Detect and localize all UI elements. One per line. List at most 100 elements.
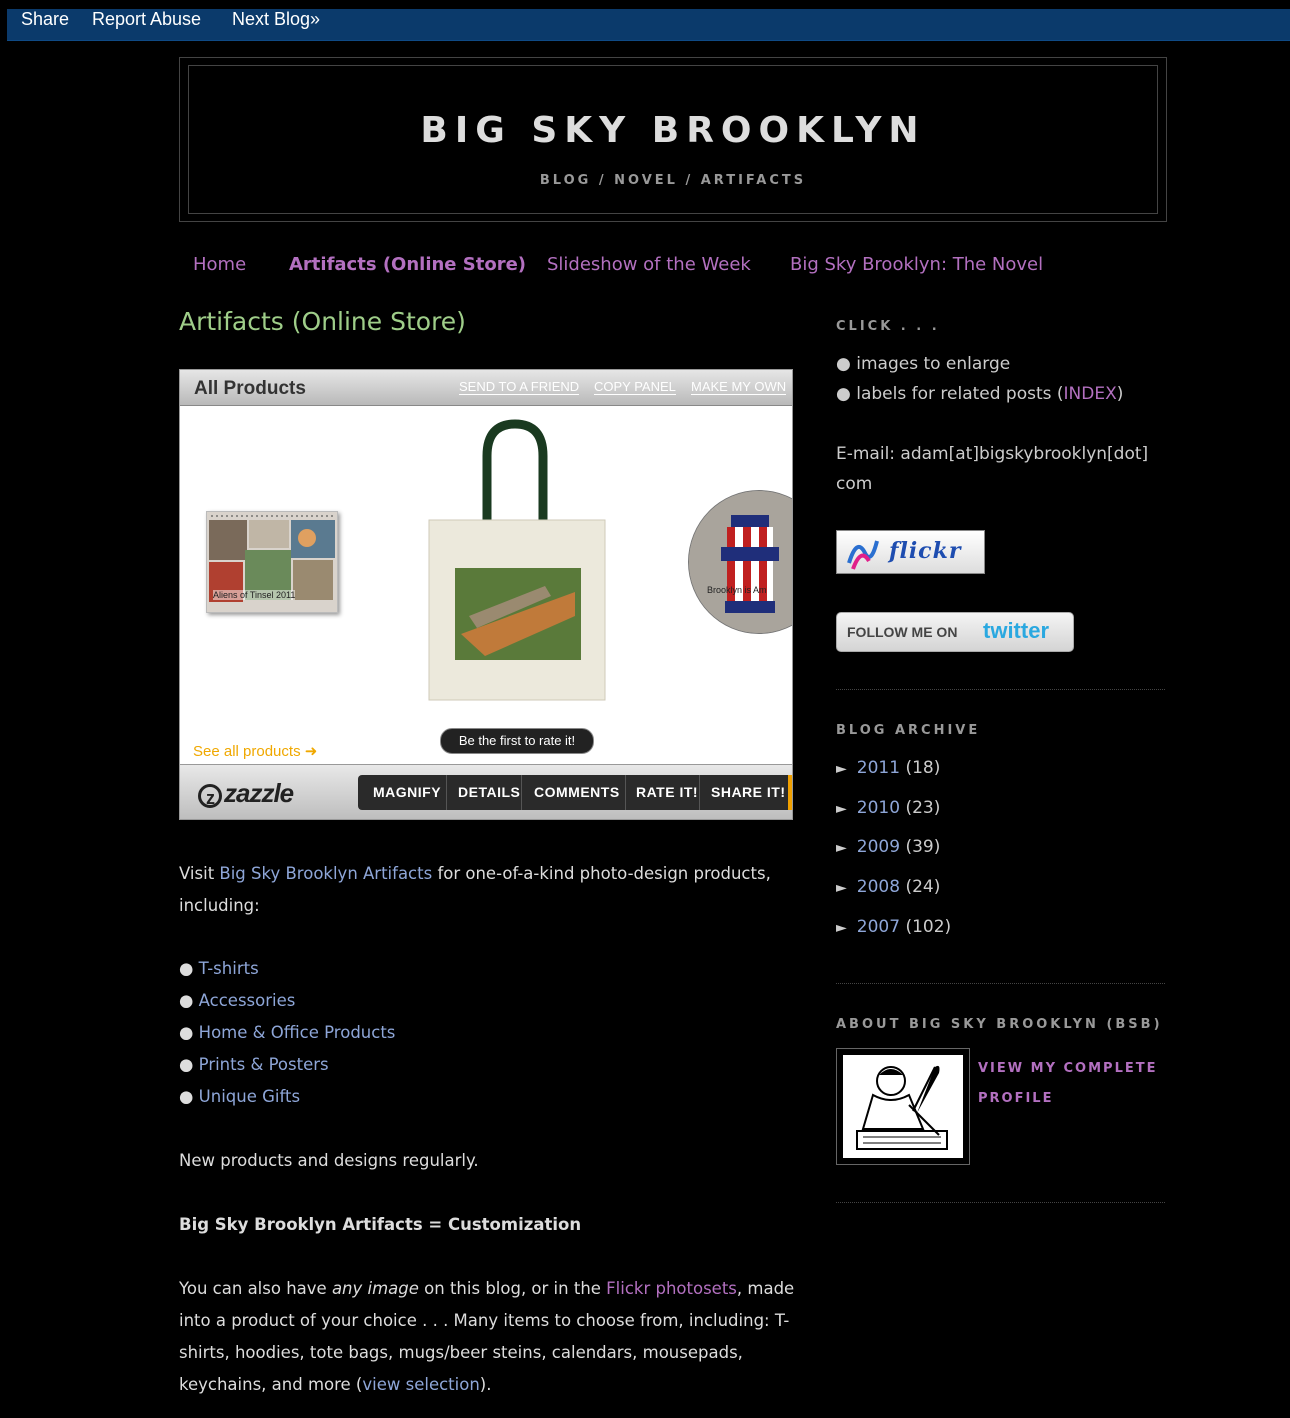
post-paragraph-customization: Big Sky Brooklyn Artifacts = Customizati… (179, 1215, 582, 1234)
flickr-label: flickr (889, 538, 962, 564)
archive-item-2007[interactable]: ► 2007 (102) (836, 917, 951, 937)
home-office-link[interactable]: Home & Office Products (199, 1023, 396, 1042)
calendar-caption: Aliens of Tinsel 2011 (213, 590, 296, 600)
flickr-badge[interactable]: flickr (836, 530, 985, 574)
widget-action-buttons: MAGNIFY DETAILS COMMENTS RATE IT! SHARE … (358, 775, 792, 810)
flickr-photosets-link[interactable]: Flickr photosets (606, 1279, 737, 1298)
about-heading: ABOUT BIG SKY BROOKLYN (BSB) (836, 1017, 1163, 1032)
zazzle-z-icon: z (198, 784, 222, 808)
accessories-link[interactable]: Accessories (199, 991, 296, 1010)
list-item: ● Prints & Posters (179, 1055, 329, 1074)
archive-year[interactable]: 2008 (857, 877, 900, 897)
widget-header: All Products SEND TO A FRIEND COPY PANEL… (180, 370, 792, 406)
artifacts-store-link[interactable]: Big Sky Brooklyn Artifacts (219, 864, 432, 883)
twitter-wordmark: twitter (983, 618, 1049, 643)
tab-home[interactable]: Home (193, 254, 246, 275)
page-tabs: Home Artifacts (Online Store) Slideshow … (0, 254, 1290, 280)
button-separator (521, 775, 522, 810)
email-line: E-mail: adam[at]bigskybrooklyn[dot] (836, 444, 1149, 464)
labels-text-end: ) (1116, 384, 1124, 404)
any-image-emphasis: any image (331, 1279, 419, 1298)
expand-toggle-icon[interactable]: ► (836, 840, 847, 856)
labels-text: ● labels for related posts ( (836, 384, 1064, 404)
rate-product-button[interactable]: Be the first to rate it! (440, 728, 594, 754)
zazzle-logo[interactable]: z zazzle (198, 778, 294, 809)
hydrant-caption: Brooklyn is Am (707, 585, 767, 595)
details-button[interactable]: DETAILS (458, 784, 520, 800)
archive-item-2011[interactable]: ► 2011 (18) (836, 758, 940, 778)
archive-item-2009[interactable]: ► 2009 (39) (836, 837, 940, 857)
blog-header: BIG SKY BROOKLYN BLOG / NOVEL / ARTIFACT… (179, 57, 1167, 222)
tshirts-link[interactable]: T-shirts (199, 959, 259, 978)
widget-footer: z zazzle MAGNIFY DETAILS COMMENTS RATE IT… (180, 764, 792, 819)
view-selection-link[interactable]: view selection (362, 1375, 479, 1394)
blog-title[interactable]: BIG SKY BROOKLYN (189, 110, 1157, 151)
archive-year[interactable]: 2007 (857, 917, 900, 937)
tab-slideshow[interactable]: Slideshow of the Week (547, 254, 751, 275)
list-item: ● Unique Gifts (179, 1087, 301, 1106)
button-separator (446, 775, 447, 810)
fire-hydrant-icon (689, 491, 792, 633)
archive-item-2010[interactable]: ► 2010 (23) (836, 798, 940, 818)
make-my-own-link[interactable]: MAKE MY OWN (691, 379, 787, 395)
see-all-products-link[interactable]: See all products ➜ (193, 742, 317, 760)
archive-heading: BLOG ARCHIVE (836, 723, 981, 738)
list-item: ● T-shirts (179, 959, 259, 978)
archive-count: (24) (905, 877, 941, 897)
archive-year[interactable]: 2009 (857, 837, 900, 857)
expand-toggle-icon[interactable]: ► (836, 920, 847, 936)
blog-description: BLOG / NOVEL / ARTIFACTS (539, 173, 807, 188)
product-list: ● T-shirts ● Accessories ● Home & Office… (179, 953, 799, 1113)
prints-posters-link[interactable]: Prints & Posters (199, 1055, 329, 1074)
blogger-navbar: Share Report Abuse Next Blog» (7, 9, 1290, 41)
tote-bag-icon (428, 419, 606, 701)
index-link[interactable]: INDEX (1064, 384, 1117, 404)
intro-text: Visit (179, 864, 220, 883)
expand-toggle-icon[interactable]: ► (836, 801, 847, 817)
sidebar-divider (836, 1202, 1165, 1203)
profile-avatar[interactable] (836, 1048, 970, 1165)
flickr-swirl-icon (847, 540, 879, 570)
any-image-text: You can also have (179, 1279, 332, 1298)
share-it-button[interactable]: SHARE IT! (711, 784, 786, 800)
archive-count: (18) (905, 758, 941, 778)
expand-toggle-icon[interactable]: ► (836, 880, 847, 896)
post-paragraph-new: New products and designs regularly. (179, 1151, 479, 1170)
next-blog-link[interactable]: Next Blog» (232, 9, 320, 32)
calendar-product-image[interactable]: Aliens of Tinsel 2011 (206, 511, 338, 613)
archive-item-2008[interactable]: ► 2008 (24) (836, 877, 940, 897)
comments-button[interactable]: COMMENTS (534, 784, 620, 800)
unique-gifts-link[interactable]: Unique Gifts (199, 1087, 300, 1106)
magnify-button[interactable]: MAGNIFY (373, 784, 441, 800)
click-item-labels: ● labels for related posts (INDEX) (836, 384, 1123, 404)
click-heading: CLICK . . . (836, 319, 940, 334)
archive-count: (39) (905, 837, 941, 857)
expand-toggle-icon[interactable]: ► (836, 761, 847, 777)
any-image-text-cont: on this blog, or in the (418, 1279, 607, 1298)
view-profile-link[interactable]: VIEW MY COMPLETE PROFILE (978, 1054, 1158, 1114)
widget-carousel: Aliens of Tinsel 2011 Brooklyn is Am (180, 406, 792, 764)
share-link[interactable]: Share (21, 9, 69, 32)
follow-twitter-button[interactable]: FOLLOW ME ON twitter (836, 612, 1074, 652)
send-to-friend-link[interactable]: SEND TO A FRIEND (459, 379, 580, 395)
header-inner-frame: BIG SKY BROOKLYN BLOG / NOVEL / ARTIFACT… (188, 65, 1158, 214)
hydrant-product-image[interactable]: Brooklyn is Am (688, 490, 792, 634)
copy-panel-link[interactable]: COPY PANEL (594, 379, 676, 395)
any-image-text-end: ). (479, 1375, 492, 1394)
report-abuse-link[interactable]: Report Abuse (92, 9, 201, 32)
tab-artifacts[interactable]: Artifacts (Online Store) (289, 254, 526, 275)
post-paragraph-any-image: You can also have any image on this blog… (179, 1273, 799, 1401)
archive-year[interactable]: 2011 (857, 758, 900, 778)
post-paragraph-intro: Visit Big Sky Brooklyn Artifacts for one… (179, 858, 799, 922)
zazzle-logo-text: zazzle (224, 778, 294, 808)
tote-bag-product-image[interactable] (425, 416, 610, 706)
button-separator (625, 775, 626, 810)
sidebar-divider (836, 689, 1165, 690)
rate-it-button[interactable]: RATE IT! (636, 784, 698, 800)
list-item: ● Home & Office Products (179, 1023, 396, 1042)
widget-title: All Products (194, 378, 306, 399)
tab-novel[interactable]: Big Sky Brooklyn: The Novel (790, 254, 1043, 275)
button-accent (788, 775, 792, 810)
list-item: ● Accessories (179, 991, 296, 1010)
archive-year[interactable]: 2010 (857, 798, 900, 818)
